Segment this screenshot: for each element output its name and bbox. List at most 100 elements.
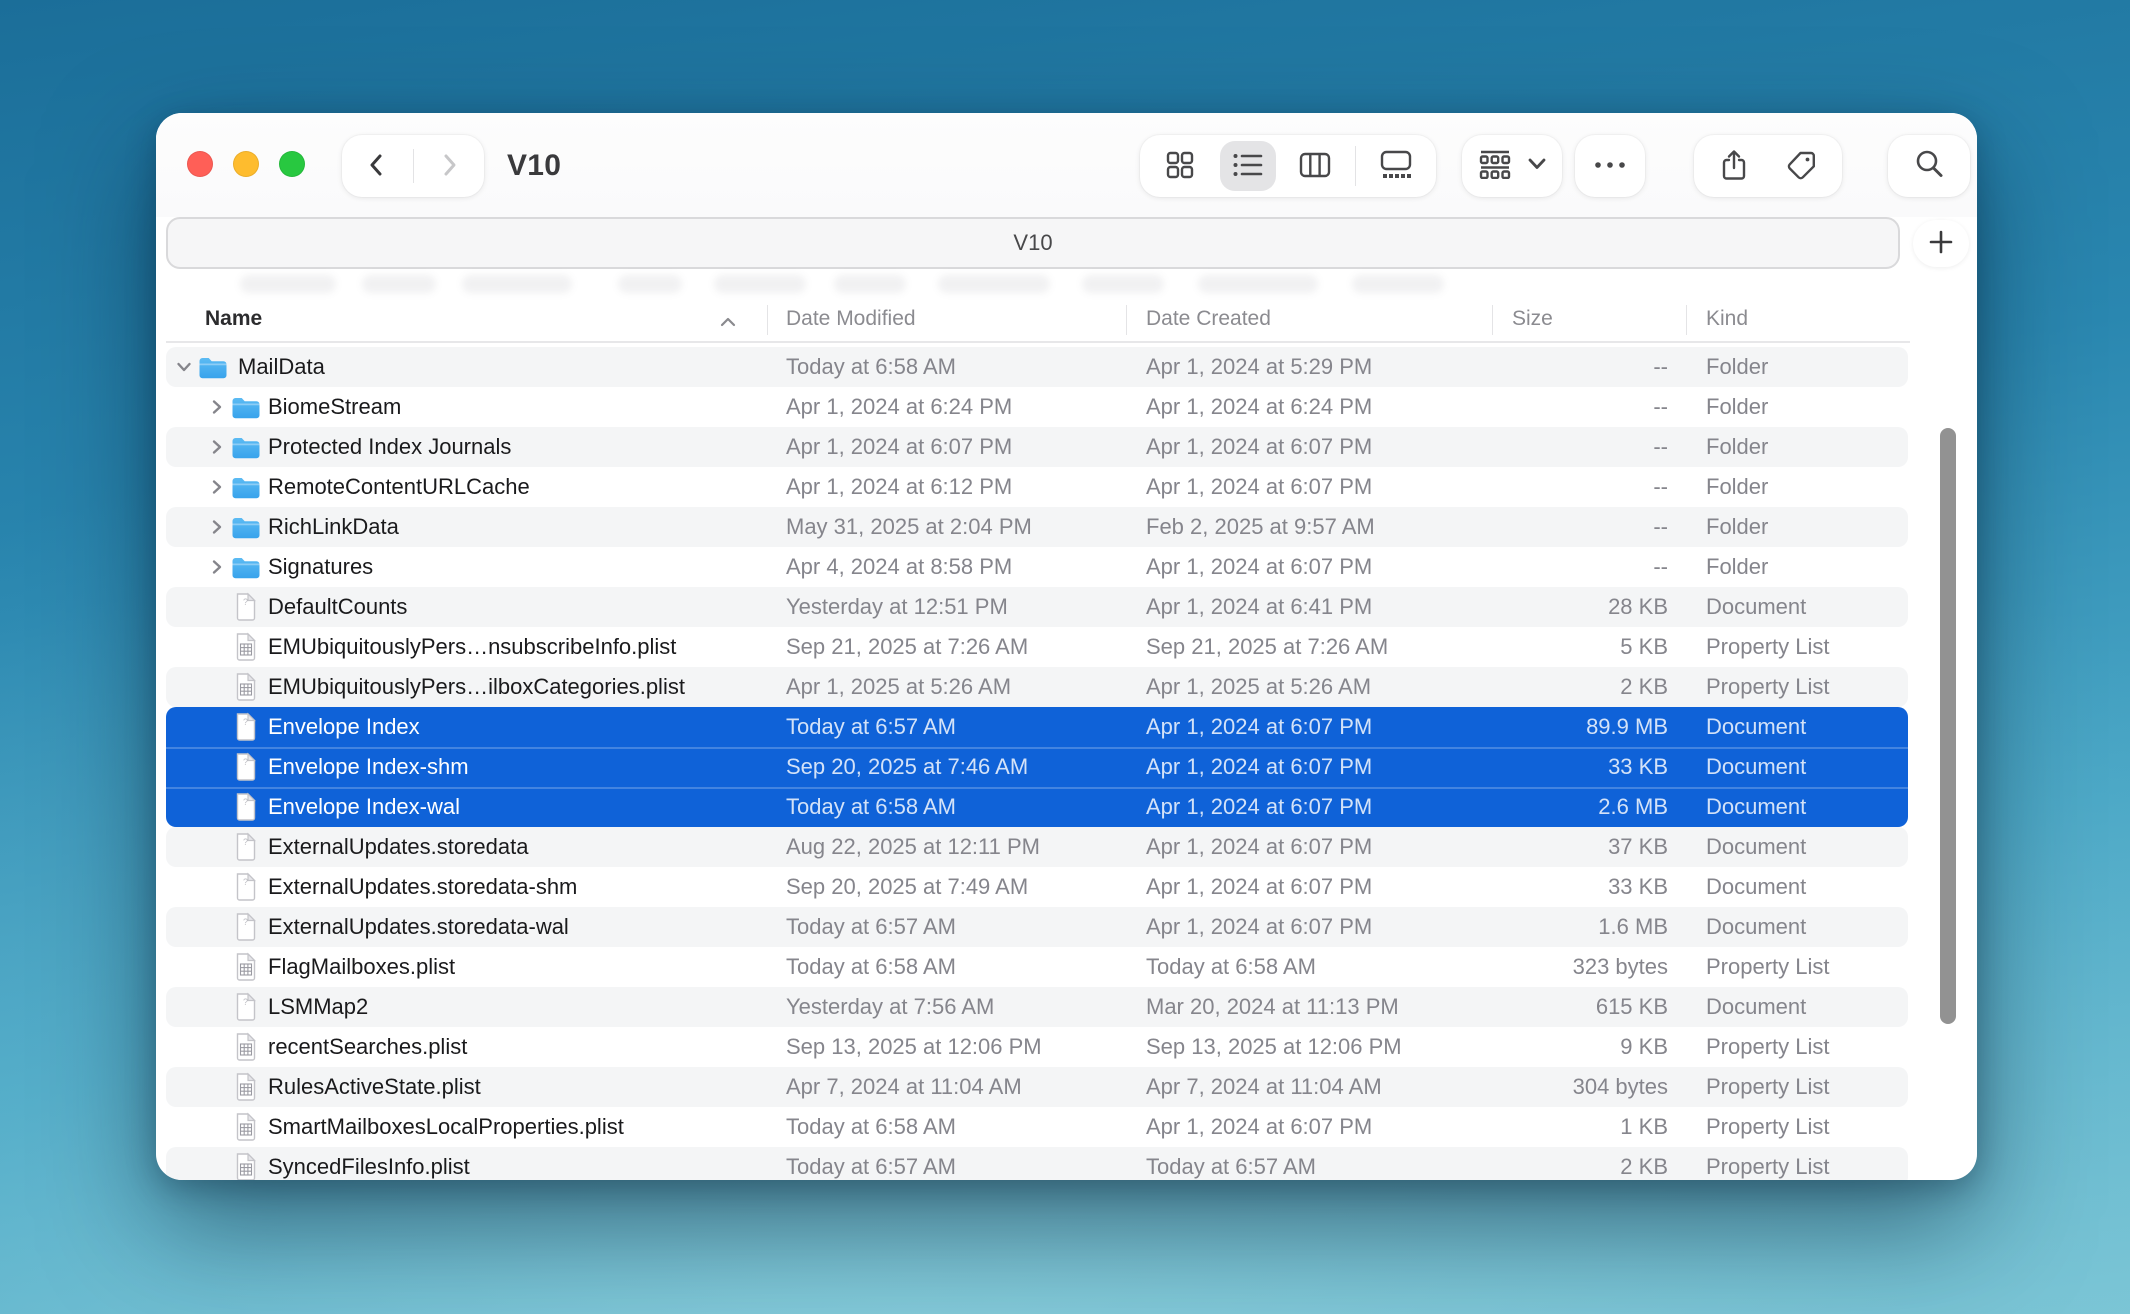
disclosure-placeholder [205,715,229,739]
table-row[interactable]: recentSearches.plist Sep 13, 2025 at 12:… [166,1027,1908,1067]
minimize-button[interactable] [233,151,259,177]
list-view-button[interactable] [1220,138,1276,194]
column-header-date-modified[interactable]: Date Modified [786,307,916,331]
group-by-icon [1478,149,1512,184]
date-modified-cell: Aug 22, 2025 at 12:11 PM [786,827,1040,867]
file-list: MailData Today at 6:58 AM Apr 1, 2024 at… [166,347,1908,1180]
kind-cell: Folder [1706,347,1768,387]
file-name: Envelope Index [268,707,420,747]
size-cell: 33 KB [1468,747,1668,787]
share-tag-group [1694,135,1842,197]
forward-button[interactable] [421,138,477,194]
disclosure-placeholder [205,1155,229,1179]
chevron-right-icon[interactable] [205,515,229,539]
table-row[interactable]: SmartMailboxesLocalProperties.plist Toda… [166,1107,1908,1147]
more-options-button[interactable] [1575,135,1645,197]
gallery-view-button[interactable] [1368,138,1424,194]
column-header-row: Name Date Modified Date Created Size Kin… [156,300,1977,341]
column-header-date-created[interactable]: Date Created [1146,307,1271,331]
kind-cell: Document [1706,747,1806,787]
document-icon: ? [231,752,261,782]
date-created-cell: Today at 6:57 AM [1146,1147,1316,1180]
plist-icon [231,632,261,662]
table-row[interactable]: BiomeStream Apr 1, 2024 at 6:24 PM Apr 1… [166,387,1908,427]
chevron-down-icon[interactable] [172,355,196,379]
table-row[interactable]: ? ExternalUpdates.storedata-wal Today at… [166,907,1908,947]
date-modified-cell: Apr 1, 2024 at 6:12 PM [786,467,1012,507]
table-row[interactable]: EMUbiquitouslyPers…ilboxCategories.plist… [166,667,1908,707]
table-row[interactable]: ? Envelope Index-wal Today at 6:58 AM Ap… [166,787,1908,827]
list-view-icon [1232,151,1264,182]
column-header-name[interactable]: Name [205,307,262,331]
table-row[interactable]: Protected Index Journals Apr 1, 2024 at … [166,427,1908,467]
table-row[interactable]: ? Envelope Index-shm Sep 20, 2025 at 7:4… [166,747,1908,787]
table-row[interactable]: SyncedFilesInfo.plist Today at 6:57 AM T… [166,1147,1908,1180]
group-by-button[interactable] [1462,135,1562,197]
table-row[interactable]: FlagMailboxes.plist Today at 6:58 AM Tod… [166,947,1908,987]
chevron-right-icon[interactable] [205,555,229,579]
share-icon [1720,149,1748,184]
column-header-size[interactable]: Size [1512,307,1553,331]
new-tab-button[interactable] [1913,220,1969,267]
search-button[interactable] [1888,135,1970,197]
date-modified-cell: Apr 4, 2024 at 8:58 PM [786,547,1012,587]
disclosure-placeholder [205,955,229,979]
file-name: EMUbiquitouslyPers…nsubscribeInfo.plist [268,627,676,667]
date-created-cell: Apr 1, 2024 at 6:07 PM [1146,827,1372,867]
tag-icon [1786,149,1818,184]
chevron-right-icon[interactable] [205,395,229,419]
back-button[interactable] [349,138,405,194]
column-view-button[interactable] [1287,138,1343,194]
table-row[interactable]: RulesActiveState.plist Apr 7, 2024 at 11… [166,1067,1908,1107]
close-button[interactable] [187,151,213,177]
disclosure-placeholder [205,1115,229,1139]
kind-cell: Document [1706,987,1806,1027]
forward-chevron-icon [435,151,463,182]
table-row[interactable]: ? ExternalUpdates.storedata-shm Sep 20, … [166,867,1908,907]
chevron-right-icon[interactable] [205,435,229,459]
date-modified-cell: Sep 13, 2025 at 12:06 PM [786,1027,1042,1067]
table-row[interactable]: MailData Today at 6:58 AM Apr 1, 2024 at… [166,347,1908,387]
table-row[interactable]: RemoteContentURLCache Apr 1, 2024 at 6:1… [166,467,1908,507]
kind-cell: Document [1706,707,1806,747]
folder-icon [231,552,261,582]
disclosure-placeholder [205,1075,229,1099]
document-icon: ? [231,712,261,742]
disclosure-placeholder [205,875,229,899]
kind-cell: Document [1706,587,1806,627]
column-divider[interactable] [1126,305,1127,335]
date-modified-cell: Yesterday at 7:56 AM [786,987,994,1027]
kind-cell: Property List [1706,1107,1830,1147]
table-row[interactable]: RichLinkData May 31, 2025 at 2:04 PM Feb… [166,507,1908,547]
file-name: ExternalUpdates.storedata [268,827,529,867]
chevron-right-icon[interactable] [205,475,229,499]
date-modified-cell: Today at 6:57 AM [786,907,956,947]
vertical-scrollbar-thumb[interactable] [1940,428,1956,1024]
date-modified-cell: May 31, 2025 at 2:04 PM [786,507,1032,547]
disclosure-placeholder [205,995,229,1019]
share-button[interactable] [1706,138,1762,194]
file-name: EMUbiquitouslyPers…ilboxCategories.plist [268,667,685,707]
svg-text:?: ? [243,837,248,847]
size-cell: -- [1468,387,1668,427]
size-cell: -- [1468,547,1668,587]
icon-view-button[interactable] [1152,138,1208,194]
table-row[interactable]: Signatures Apr 4, 2024 at 8:58 PM Apr 1,… [166,547,1908,587]
kind-cell: Folder [1706,547,1768,587]
plist-icon [231,952,261,982]
column-header-kind[interactable]: Kind [1706,307,1748,331]
tag-button[interactable] [1774,138,1830,194]
table-row[interactable]: EMUbiquitouslyPers…nsubscribeInfo.plist … [166,627,1908,667]
table-row[interactable]: ? DefaultCounts Yesterday at 12:51 PM Ap… [166,587,1908,627]
tab-bar[interactable]: V10 [166,217,1900,269]
kind-cell: Document [1706,867,1806,907]
zoom-button[interactable] [279,151,305,177]
column-divider[interactable] [767,305,768,335]
column-divider[interactable] [1492,305,1493,335]
table-row[interactable]: ? LSMMap2 Yesterday at 7:56 AM Mar 20, 2… [166,987,1908,1027]
table-row[interactable]: ? ExternalUpdates.storedata Aug 22, 2025… [166,827,1908,867]
column-divider[interactable] [1686,305,1687,335]
size-cell: 615 KB [1468,987,1668,1027]
table-row[interactable]: ? Envelope Index Today at 6:57 AM Apr 1,… [166,707,1908,747]
file-name: FlagMailboxes.plist [268,947,455,987]
